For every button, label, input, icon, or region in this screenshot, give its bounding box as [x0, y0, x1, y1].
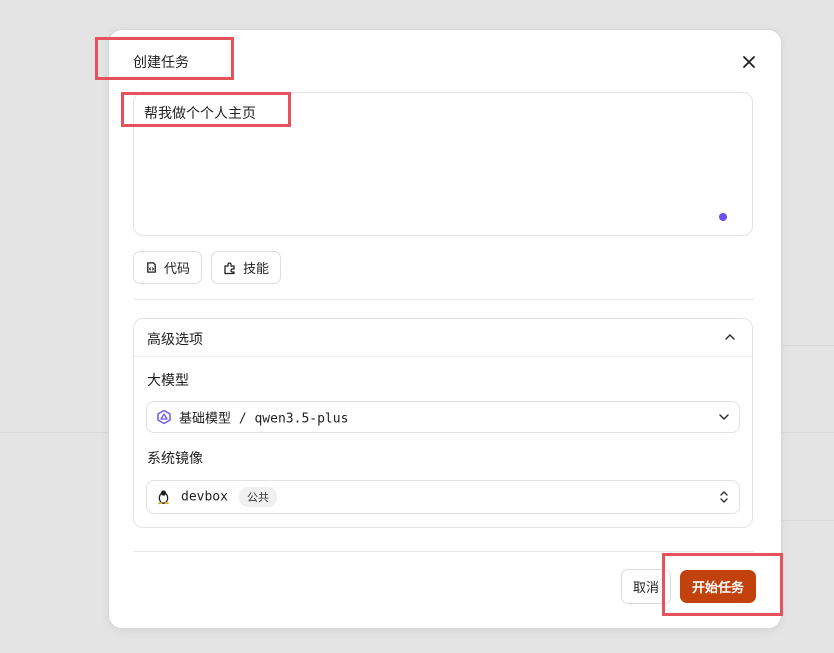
task-prompt-text: 帮我做个个人主页 [144, 106, 256, 122]
system-image-value: devbox [181, 489, 228, 505]
input-status-dot [719, 213, 727, 221]
background-divider [782, 432, 834, 433]
create-task-dialog: 创建任务 帮我做个个人主页 代码 技能 高级选项 大模型 基础模型 / qwen… [108, 29, 782, 629]
dialog-title: 创建任务 [133, 55, 189, 71]
model-select-value: 基础模型 / qwen3.5-plus [179, 411, 349, 427]
chevron-down-icon [719, 414, 729, 421]
advanced-options-toggle[interactable]: 高级选项 [134, 319, 752, 357]
public-badge: 公共 [239, 487, 277, 507]
code-button[interactable]: 代码 [133, 251, 203, 284]
model-field-label: 大模型 [147, 373, 189, 389]
cancel-button[interactable]: 取消 [621, 569, 671, 604]
model-select[interactable]: 基础模型 / qwen3.5-plus [146, 401, 740, 433]
section-divider [133, 299, 754, 300]
task-prompt-input[interactable]: 帮我做个个人主页 [133, 92, 753, 236]
code-button-label: 代码 [164, 262, 191, 277]
advanced-options-title: 高级选项 [147, 332, 203, 348]
system-image-select[interactable]: devbox 公共 [146, 480, 740, 514]
start-task-button[interactable]: 开始任务 [680, 570, 756, 603]
code-file-icon [147, 262, 156, 273]
background-divider [0, 432, 108, 433]
background-divider [782, 520, 834, 521]
image-field-label: 系统镜像 [147, 451, 203, 467]
skill-button-label: 技能 [243, 262, 270, 277]
chevron-up-down-icon [720, 491, 728, 503]
background-divider [782, 345, 834, 346]
close-icon [743, 56, 755, 68]
advanced-options-panel: 高级选项 大模型 基础模型 / qwen3.5-plus 系统镜像 devbox… [133, 318, 753, 528]
skill-button[interactable]: 技能 [211, 251, 282, 284]
qwen-logo-icon [157, 409, 171, 425]
close-button[interactable] [737, 50, 761, 74]
puzzle-icon [224, 261, 235, 274]
chevron-up-icon [725, 333, 735, 340]
linux-penguin-icon [158, 490, 169, 505]
footer-divider [133, 551, 754, 552]
